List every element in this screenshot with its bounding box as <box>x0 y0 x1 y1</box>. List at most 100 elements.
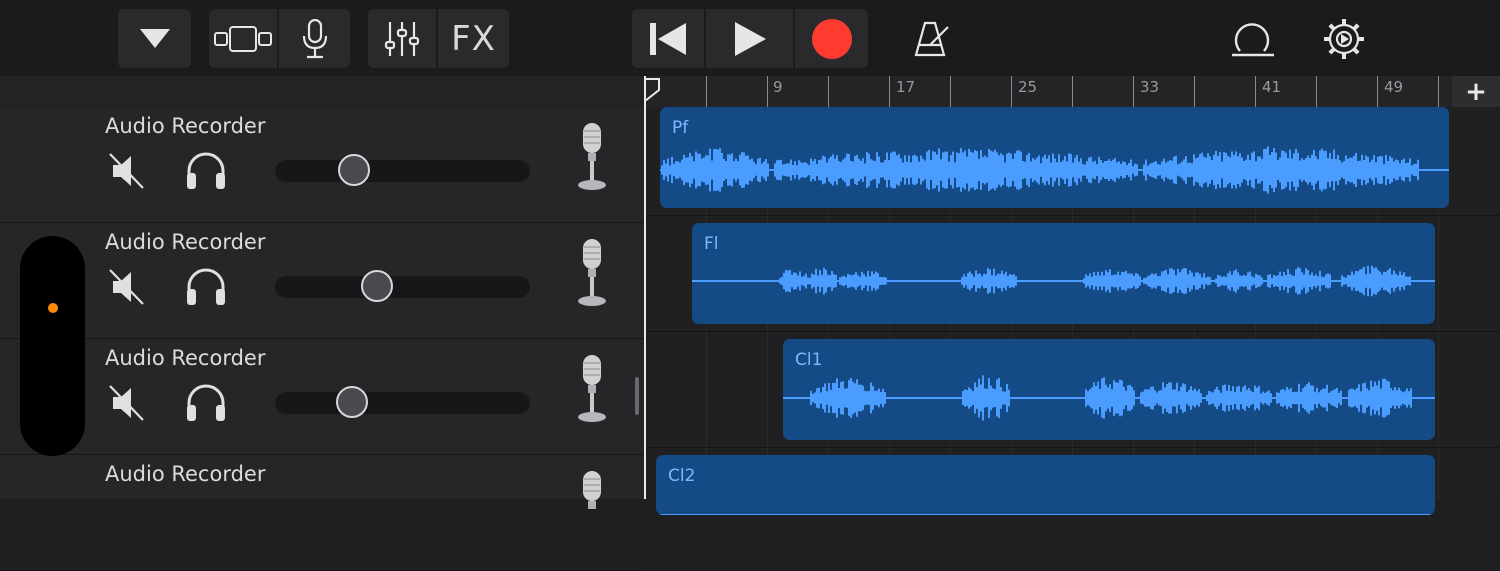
ruler-tick <box>1011 76 1012 107</box>
waveform-segment <box>779 269 807 293</box>
waveform-segment <box>1085 377 1135 419</box>
fx-label: FX <box>451 18 496 59</box>
audio-region[interactable]: Cl2 <box>656 455 1435 515</box>
ruler-tick <box>1377 76 1378 107</box>
waveform-segment <box>1143 146 1419 194</box>
waveform-segment <box>839 270 887 292</box>
selected-track-indicator <box>48 303 58 313</box>
ruler-tick <box>706 76 707 107</box>
volume-knob[interactable] <box>361 270 393 302</box>
waveform-segment <box>1341 265 1411 297</box>
go-to-beginning-button[interactable] <box>632 9 706 68</box>
waveform-segment <box>1267 267 1331 295</box>
waveform <box>783 375 1435 421</box>
mix-group: FX <box>368 9 509 68</box>
waveform-segment <box>962 375 1010 421</box>
browser-button[interactable] <box>118 9 191 68</box>
track-header[interactable]: Audio Recorder <box>0 107 644 223</box>
mute-icon[interactable] <box>107 151 147 191</box>
waveform-segment <box>1143 267 1211 295</box>
ruler-tick <box>1194 76 1195 107</box>
headphones-icon[interactable] <box>184 267 228 307</box>
ruler-tick <box>1072 76 1073 107</box>
volume-slider[interactable] <box>275 154 530 186</box>
play-icon <box>734 21 766 56</box>
volume-knob[interactable] <box>338 154 371 186</box>
tracks-view-button[interactable] <box>209 9 279 68</box>
microphone-icon <box>578 123 606 190</box>
control-bar: FX <box>0 0 1500 76</box>
microphone-icon <box>578 239 606 306</box>
lane-divider <box>646 447 1500 448</box>
record-button[interactable] <box>795 9 868 68</box>
fx-button[interactable]: FX <box>438 9 509 68</box>
instrument-button[interactable] <box>279 9 350 68</box>
audio-region[interactable]: Pf <box>660 107 1449 208</box>
region-name: Fl <box>704 234 719 254</box>
audio-region[interactable]: Fl <box>692 223 1435 324</box>
loop-browser-button[interactable] <box>1230 9 1276 68</box>
metronome-button[interactable] <box>910 9 954 68</box>
headphones-icon[interactable] <box>184 383 228 423</box>
waveform-segment <box>961 268 1017 294</box>
playhead-icon[interactable] <box>644 78 660 102</box>
skip-back-icon <box>650 22 686 55</box>
mute-icon[interactable] <box>107 267 147 307</box>
track-selector[interactable] <box>20 236 85 456</box>
region-name: Cl2 <box>668 466 696 486</box>
ruler-label: 17 <box>896 78 916 96</box>
volume-slider[interactable] <box>275 386 530 418</box>
track-header-strip <box>0 76 644 108</box>
waveform <box>692 265 1435 297</box>
audio-region[interactable]: Cl1 <box>783 339 1435 440</box>
track-header[interactable]: Audio Recorder <box>0 339 644 455</box>
ruler-label: 9 <box>773 78 783 96</box>
mute-icon[interactable] <box>107 383 147 423</box>
microphone-icon <box>302 18 327 58</box>
tracks-view-icon <box>214 25 272 52</box>
waveform-segment <box>1215 269 1263 293</box>
metronome-icon <box>914 21 949 56</box>
track-header[interactable]: Audio Recorder <box>0 223 644 339</box>
bar-ruler[interactable]: 9 17 25 33 41 49 <box>646 76 1500 108</box>
waveform-segment <box>1206 384 1272 412</box>
region-name: Cl1 <box>795 350 823 370</box>
ruler-tick <box>1316 76 1317 107</box>
waveform <box>660 146 1449 194</box>
lane-divider <box>646 331 1500 332</box>
track-header[interactable]: Audio Recorder <box>0 455 644 571</box>
tracks-area[interactable]: Pf Fl Cl1 Cl2 <box>646 107 1500 515</box>
track-header-divider <box>644 76 646 499</box>
track-controls-button[interactable] <box>368 9 438 68</box>
view-toggle-group <box>209 9 350 68</box>
waveform-segment <box>1140 382 1202 414</box>
track-list-scrollbar[interactable] <box>635 377 639 415</box>
transport-group <box>632 9 868 68</box>
microphone-icon <box>578 355 606 422</box>
add-section-button[interactable]: + <box>1452 76 1500 107</box>
waveform <box>656 514 1435 515</box>
record-icon <box>811 18 852 59</box>
volume-knob[interactable] <box>335 386 368 418</box>
mixer-sliders-icon <box>384 21 420 56</box>
ruler-tick <box>1438 76 1439 107</box>
view-group <box>118 9 191 68</box>
volume-slider[interactable] <box>275 270 530 302</box>
waveform-segment <box>1083 269 1141 293</box>
ruler-label: 49 <box>1384 78 1404 96</box>
ruler-tick <box>828 76 829 107</box>
settings-button[interactable] <box>1322 9 1366 68</box>
play-button[interactable] <box>706 9 795 68</box>
microphone-icon <box>583 471 601 509</box>
triangle-down-icon <box>139 28 170 48</box>
waveform-segment <box>1276 382 1342 414</box>
gear-icon <box>1324 18 1364 59</box>
track-name: Audio Recorder <box>105 114 266 138</box>
ruler-label: 33 <box>1140 78 1160 96</box>
ruler-tick <box>950 76 951 107</box>
headphones-icon[interactable] <box>184 151 228 191</box>
loop-icon <box>1232 22 1274 56</box>
waveform-segment <box>807 267 837 295</box>
waveform-segment <box>810 378 886 418</box>
ruler-tick <box>1255 76 1256 107</box>
